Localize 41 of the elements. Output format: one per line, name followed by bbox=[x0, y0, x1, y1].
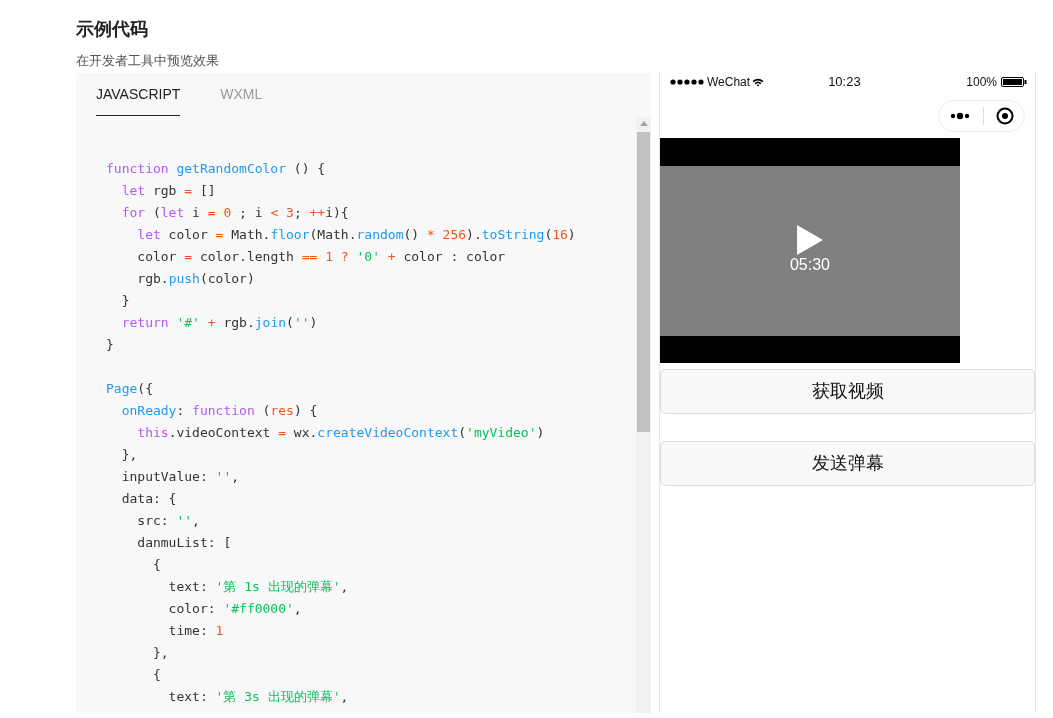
action-button[interactable]: 获取视频 bbox=[660, 369, 1035, 414]
code-line: onReady: function (res) { bbox=[120, 402, 318, 420]
wifi-icon bbox=[752, 77, 765, 87]
code-line: Page({ bbox=[106, 380, 153, 398]
code-line: }, bbox=[151, 644, 169, 662]
code-line: for (let i = 0 ; i < 3; ++i){ bbox=[120, 204, 349, 222]
battery-icon bbox=[1001, 77, 1027, 87]
section-subtitle: 在开发者工具中预览效果 bbox=[76, 53, 219, 69]
scrollbar[interactable] bbox=[636, 117, 651, 713]
code-line: let rgb = [] bbox=[120, 182, 216, 200]
code-line: text: '第 1s 出现的弹幕', bbox=[167, 578, 349, 596]
code-line: src: '', bbox=[136, 512, 200, 530]
code-line: text: '第 3s 出现的弹幕', bbox=[167, 688, 349, 706]
section-heading: 示例代码 bbox=[76, 18, 148, 40]
code-line: color: '#ff0000', bbox=[167, 600, 302, 618]
signal-icon bbox=[670, 79, 706, 85]
battery-percent: 100% bbox=[966, 74, 997, 91]
code-tab[interactable]: JAVASCRIPT bbox=[96, 73, 181, 116]
code-line: danmuList: [ bbox=[136, 534, 232, 552]
more-icon[interactable] bbox=[950, 112, 970, 120]
code-line: color = color.length == 1 ? '0' + color : color bbox=[136, 248, 506, 266]
carrier-label: WeChat bbox=[707, 74, 751, 91]
code-line: time: 1 bbox=[167, 622, 224, 640]
code-line: return '#' + rgb.join('') bbox=[120, 314, 318, 332]
video-duration: 05:30 bbox=[789, 254, 830, 275]
code-line: { bbox=[151, 666, 161, 684]
code-line: let color = Math.floor(Math.random() * 256).toString(16) bbox=[136, 226, 576, 244]
action-button[interactable]: 发送弹幕 bbox=[660, 441, 1035, 486]
play-icon[interactable] bbox=[797, 224, 823, 255]
status-time: 10:23 bbox=[828, 73, 861, 92]
code-line: } bbox=[120, 292, 130, 310]
code-line: rgb.push(color) bbox=[136, 270, 255, 288]
code-line: data: { bbox=[120, 490, 177, 508]
video-player[interactable]: 05:30 bbox=[660, 138, 960, 363]
code-line: this.videoContext = wx.createVideoContext('myVideo') bbox=[136, 424, 545, 442]
code-line: } bbox=[106, 336, 114, 354]
record-icon[interactable] bbox=[996, 107, 1014, 125]
code-line: function getRandomColor () { bbox=[106, 160, 326, 178]
code-line: inputValue: '', bbox=[120, 468, 240, 486]
code-line: { bbox=[151, 556, 161, 574]
code-line: }, bbox=[120, 446, 138, 464]
